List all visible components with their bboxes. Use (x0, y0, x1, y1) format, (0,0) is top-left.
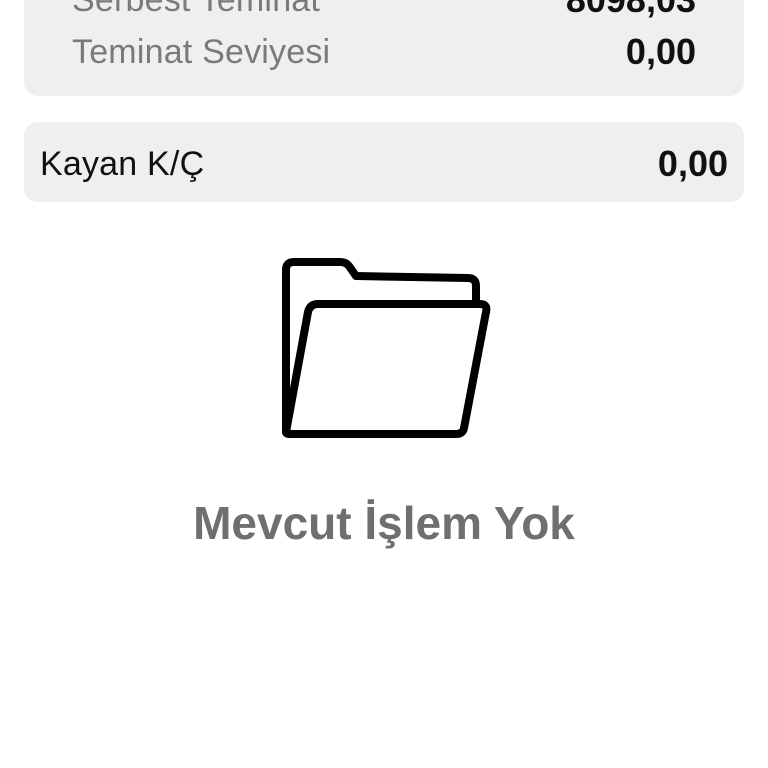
serbest-teminat-row: Serbest Teminat 8098,03 (24, 0, 744, 22)
folder-open-icon (282, 258, 491, 438)
teminat-seviyesi-label: Teminat Seviyesi (72, 32, 331, 71)
serbest-teminat-label: Serbest Teminat (72, 0, 320, 20)
positions-screen: Serbest Teminat 8098,03 Teminat Seviyesi… (0, 0, 768, 768)
collateral-summary-card: Serbest Teminat 8098,03 Teminat Seviyesi… (24, 0, 744, 96)
teminat-seviyesi-value: 0,00 (625, 31, 696, 72)
kayan-kc-value: 0,00 (657, 143, 728, 184)
teminat-seviyesi-row: Teminat Seviyesi 0,00 (24, 30, 744, 74)
serbest-teminat-value: 8098,03 (566, 0, 696, 21)
kayan-kc-row: Kayan K/Ç 0,00 (24, 142, 744, 186)
empty-state-message: Mevcut İşlem Yok (193, 497, 575, 549)
kayan-kc-card: Kayan K/Ç 0,00 (24, 122, 744, 202)
kayan-kc-label: Kayan K/Ç (40, 144, 205, 183)
